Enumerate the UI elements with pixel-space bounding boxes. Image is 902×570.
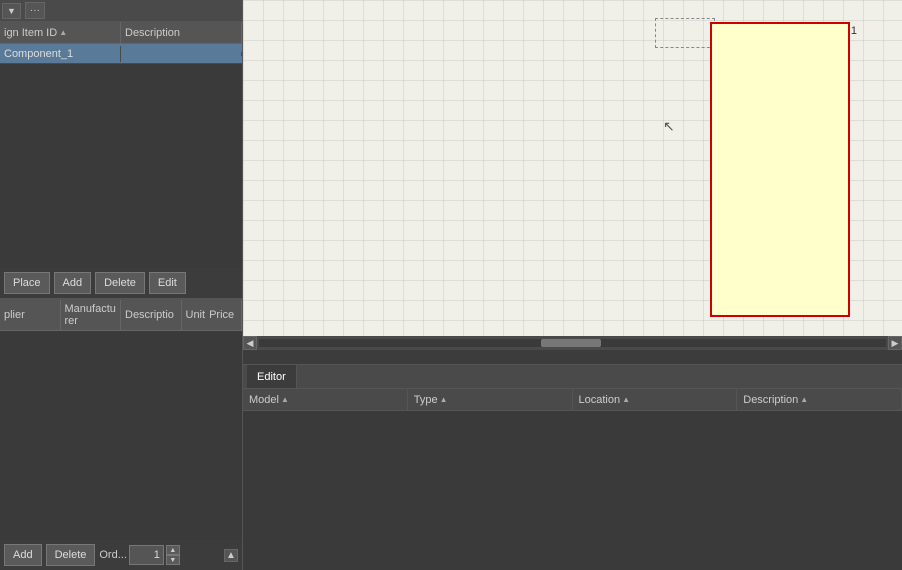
editor-col-type-label: Type — [414, 394, 438, 406]
sub-col-supplier[interactable]: plier — [0, 300, 61, 330]
edit-bom-button[interactable]: Edit — [149, 272, 186, 294]
scroll-thumb[interactable] — [541, 339, 601, 347]
scroll-left-arrow[interactable]: ◀ — [243, 336, 257, 350]
sub-col-manufacturer[interactable]: Manufacturer — [61, 300, 122, 330]
order-label: Ord... — [99, 549, 127, 561]
place-button[interactable]: Place — [4, 272, 50, 294]
bom-sub-actions: Add Delete Ord... ▲ ▼ ▲ — [0, 540, 242, 570]
type-sort-icon: ▲ — [440, 395, 448, 404]
bom-col-id[interactable]: ign Item ID ▲ — [0, 22, 121, 43]
spinner-up[interactable]: ▲ — [166, 545, 180, 555]
selection-box — [655, 18, 715, 48]
bom-sub-col-header: plier Manufacturer Descriptio Unit Price — [0, 300, 242, 331]
bom-rows: Component_1 — [0, 44, 242, 268]
order-input[interactable] — [129, 545, 164, 565]
bottom-editor: Editor Model ▲ Type ▲ Location ▲ Descrip… — [243, 364, 902, 570]
add-sub-button[interactable]: Add — [4, 544, 42, 566]
order-spinner: ▲ ▼ — [166, 545, 180, 565]
bom-row[interactable]: Component_1 — [0, 44, 242, 64]
description-sort-icon: ▲ — [800, 395, 808, 404]
sub-col-description-label: Descriptio — [125, 309, 174, 321]
editor-col-location-label: Location — [579, 394, 621, 406]
editor-col-description-label: Description — [743, 394, 798, 406]
bom-cell-desc — [121, 52, 242, 56]
bom-cell-id: Component_1 — [0, 46, 121, 62]
component-box[interactable] — [710, 22, 850, 317]
editor-col-header: Model ▲ Type ▲ Location ▲ Description ▲ — [243, 389, 902, 411]
bom-col-desc-label: Description — [125, 27, 180, 39]
bom-col-header: ign Item ID ▲ Description — [0, 22, 242, 44]
delete-sub-button[interactable]: Delete — [46, 544, 96, 566]
editor-col-description[interactable]: Description ▲ — [737, 389, 902, 410]
canvas-grid: 1 ↖ — [243, 0, 902, 350]
editor-tab-label: Editor — [257, 371, 286, 383]
order-wrapper: Ord... ▲ ▼ — [99, 545, 180, 565]
component-label: 1 — [851, 25, 857, 37]
editor-tab-bar: Editor — [243, 365, 902, 389]
left-panel: ▼ ··· ign Item ID ▲ Description Componen… — [0, 0, 243, 570]
collapse-up-button[interactable]: ▲ — [224, 549, 238, 562]
bom-more-btn[interactable]: ··· — [25, 2, 45, 19]
location-sort-icon: ▲ — [622, 395, 630, 404]
bom-section: ▼ ··· ign Item ID ▲ Description Componen… — [0, 0, 242, 300]
editor-tab[interactable]: Editor — [247, 365, 297, 388]
sub-col-price-label: Price — [209, 309, 234, 321]
bom-header: ▼ ··· — [0, 0, 242, 22]
cursor-indicator: ↖ — [663, 118, 675, 136]
bom-col-id-label: ign Item ID — [4, 27, 57, 39]
sub-col-unit-price[interactable]: Unit Price — [182, 300, 243, 330]
sub-col-manufacturer-label: Manufacturer — [65, 303, 117, 327]
bom-sub-section: plier Manufacturer Descriptio Unit Price… — [0, 300, 242, 570]
sub-col-unit-label: Unit — [186, 309, 206, 321]
scroll-track[interactable] — [259, 339, 886, 347]
model-sort-icon: ▲ — [281, 395, 289, 404]
editor-col-model-label: Model — [249, 394, 279, 406]
sort-asc-icon: ▲ — [59, 28, 67, 37]
spinner-down[interactable]: ▼ — [166, 555, 180, 565]
horizontal-scrollbar[interactable]: ◀ ▶ — [243, 336, 902, 350]
editor-col-location[interactable]: Location ▲ — [573, 389, 738, 410]
bom-col-desc[interactable]: Description — [121, 22, 242, 43]
editor-rows — [243, 411, 902, 570]
delete-bom-button[interactable]: Delete — [95, 272, 145, 294]
bom-sub-rows — [0, 331, 242, 540]
scroll-right-arrow[interactable]: ▶ — [888, 336, 902, 350]
main-canvas[interactable]: 1 ↖ — [243, 0, 902, 350]
add-bom-button[interactable]: Add — [54, 272, 92, 294]
sub-col-description[interactable]: Descriptio — [121, 300, 182, 330]
bom-actions: Place Add Delete Edit — [0, 268, 242, 299]
editor-col-type[interactable]: Type ▲ — [408, 389, 573, 410]
sub-col-supplier-label: plier — [4, 309, 25, 321]
bom-dropdown[interactable]: ▼ — [2, 3, 21, 19]
editor-col-model[interactable]: Model ▲ — [243, 389, 408, 410]
